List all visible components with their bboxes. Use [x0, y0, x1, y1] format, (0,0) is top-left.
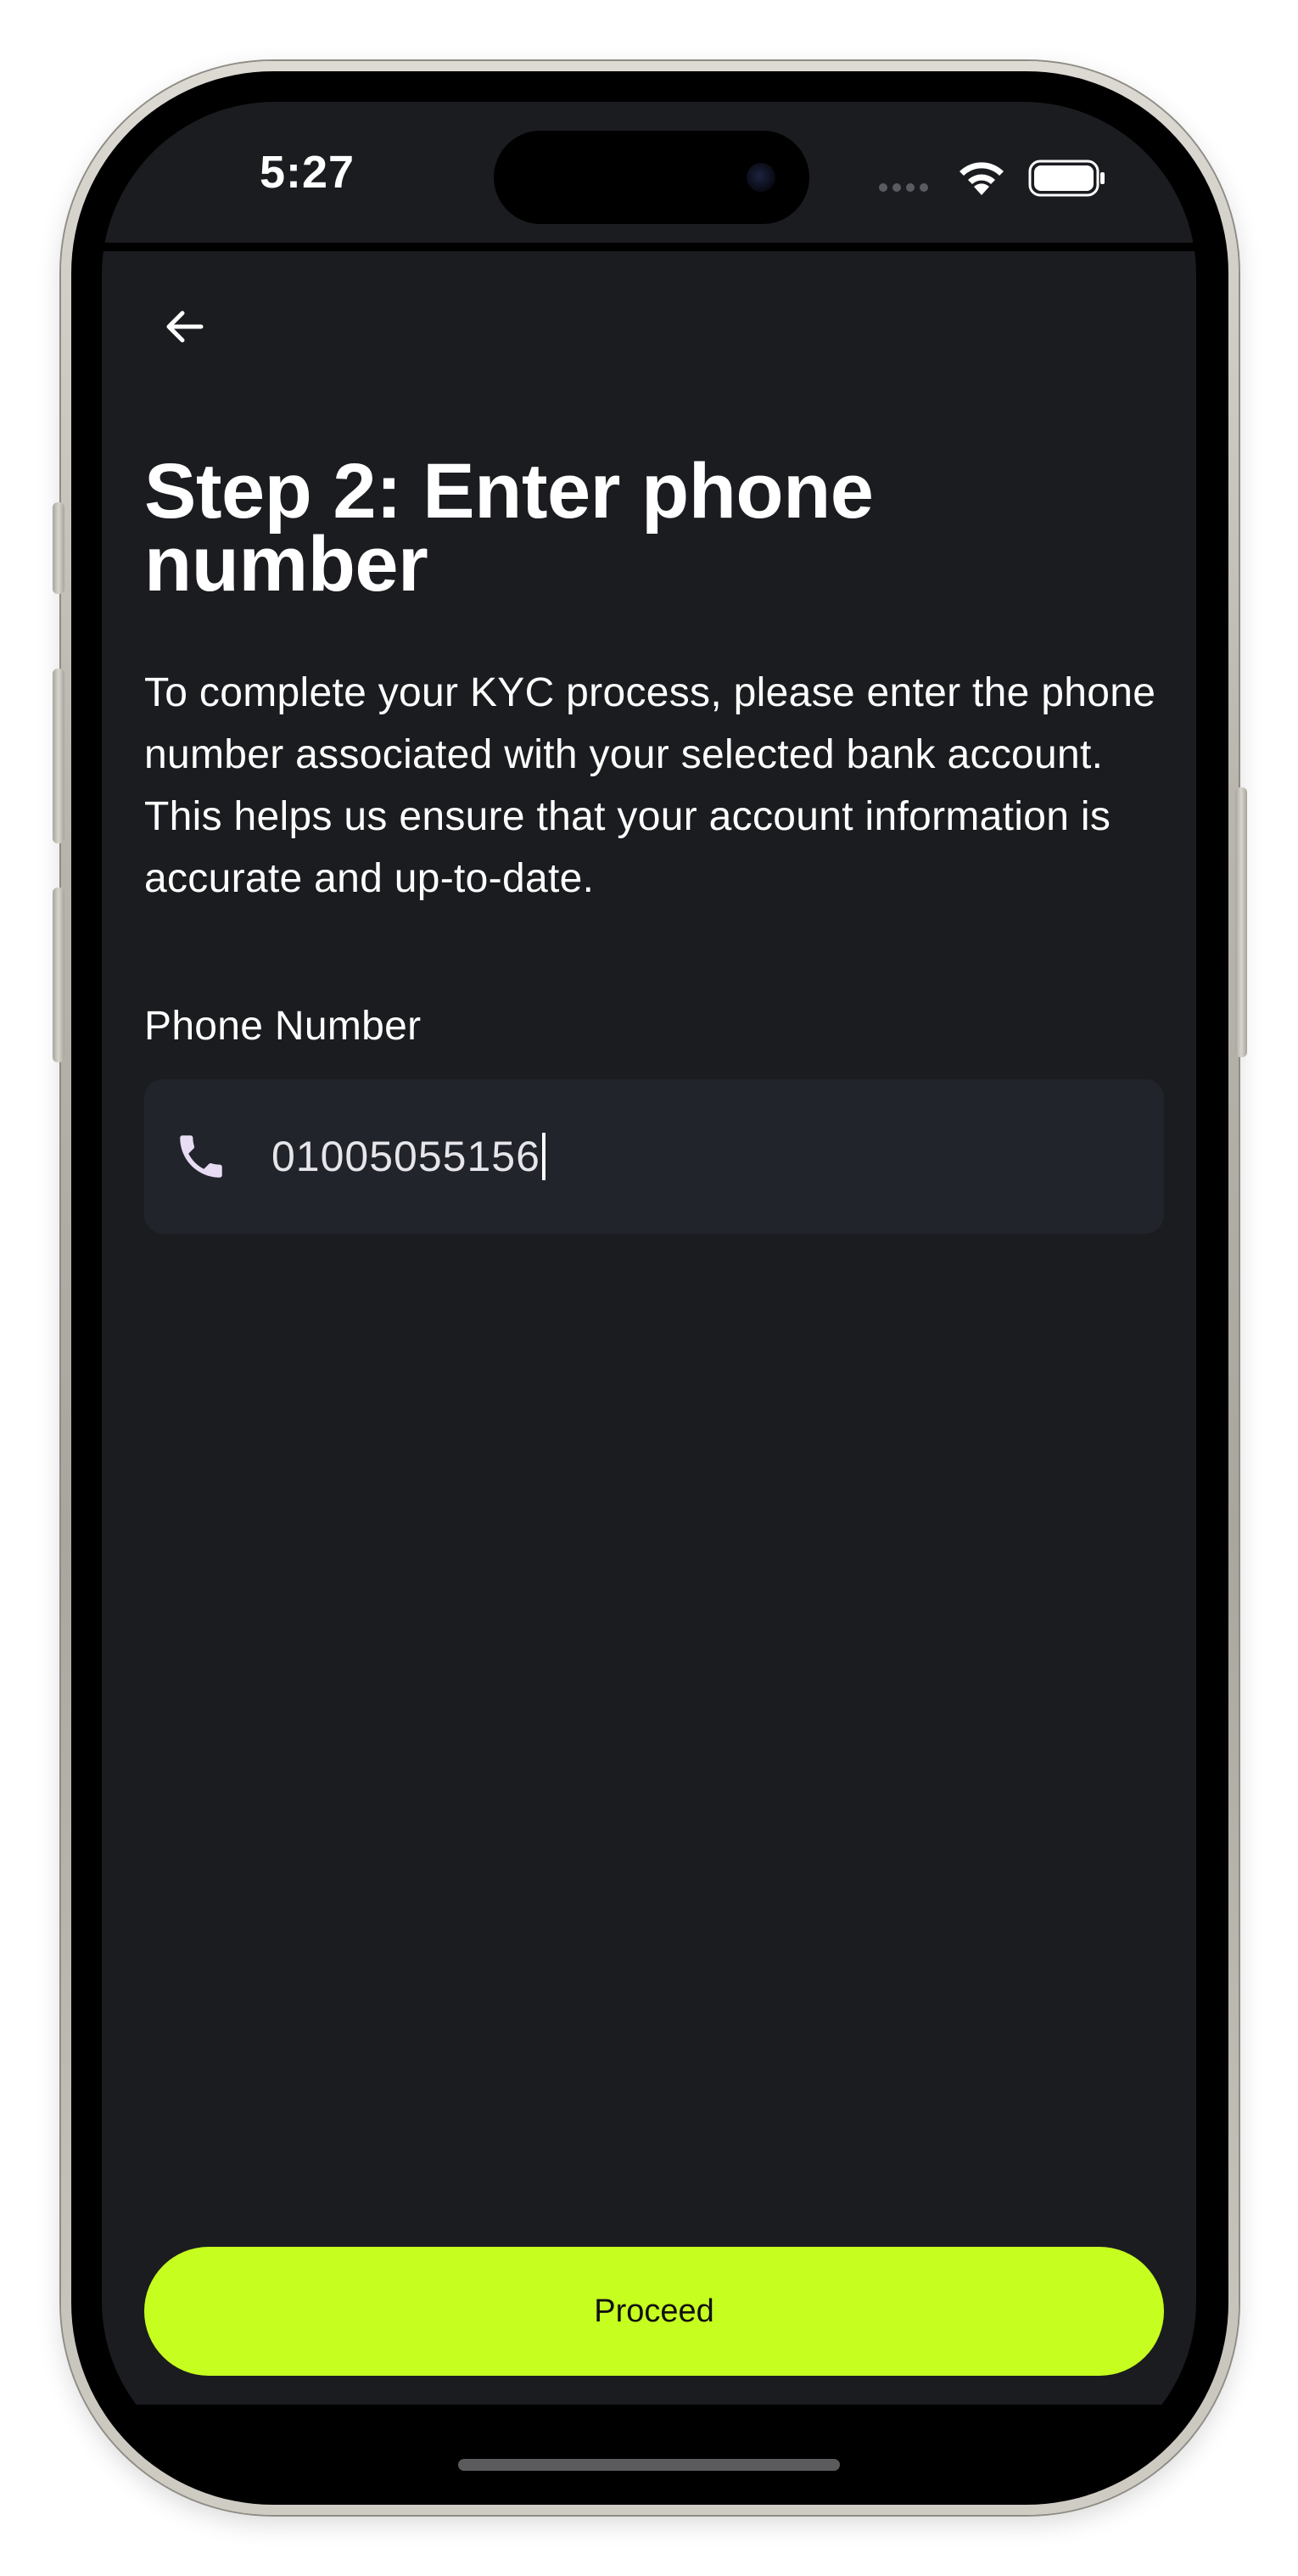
arrow-left-icon	[166, 311, 204, 343]
volume-up-button-hardware	[53, 669, 64, 843]
page-title: Step 2: Enter phone number	[144, 448, 874, 608]
status-bar: 5:27	[102, 102, 1196, 243]
home-indicator[interactable]	[458, 2459, 840, 2471]
status-time: 5:27	[260, 147, 355, 198]
page-description: To complete your KYC process, please ent…	[144, 670, 1156, 901]
back-button[interactable]	[146, 288, 222, 365]
phone-number-value: 01005055156	[271, 1133, 540, 1180]
power-button-hardware	[1235, 787, 1247, 1057]
wifi-icon	[960, 162, 1004, 195]
cellular-signal-icon	[879, 183, 928, 192]
volume-down-button-hardware	[53, 888, 64, 1062]
phone-icon	[180, 1135, 222, 1178]
phone-number-input[interactable]: 01005055156	[144, 1079, 1164, 1234]
dynamic-island	[494, 131, 809, 224]
action-button-hardware	[53, 502, 64, 594]
text-caret	[541, 1132, 545, 1180]
kyc-phone-screen: Step 2: Enter phone number To complete y…	[102, 251, 1196, 2405]
battery-icon	[1028, 160, 1105, 197]
front-camera-icon	[747, 163, 775, 192]
phone-screen: 5:27 Step 2: Enter phone number To compl…	[102, 102, 1196, 2474]
phone-number-label: Phone Number	[144, 1004, 422, 1049]
proceed-button[interactable]: Proceed	[144, 2247, 1164, 2376]
